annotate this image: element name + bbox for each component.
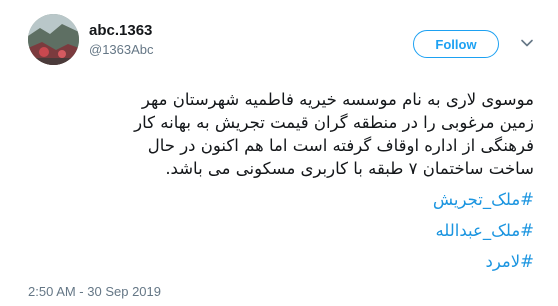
tweet-text-line: زمین مرغوبی را در منطقه گران قیمت تجریش … [134, 113, 534, 132]
hashtag-link[interactable]: #لامرد [433, 246, 534, 277]
timestamp[interactable]: 2:50 AM - 30 Sep 2019 [28, 284, 161, 299]
avatar-image [28, 14, 79, 65]
tweet-text-line: ساخت ساختمان ۷ طبقه با کاربری مسکونی می … [165, 159, 534, 178]
hashtag-link[interactable]: #ملک_عبدالله [433, 215, 534, 246]
tweet-card: abc.1363 @1363Abc Follow موسوی لاری به ن… [0, 0, 558, 306]
tweet-text-line: موسوی لاری به نام موسسه خیریه فاطمیه شهر… [141, 90, 534, 109]
avatar[interactable] [28, 14, 79, 65]
display-name[interactable]: abc.1363 [89, 22, 154, 40]
hashtag-link[interactable]: #ملک_تجریش [433, 184, 534, 215]
follow-button[interactable]: Follow [413, 30, 499, 58]
hashtag-list: #ملک_تجریش #ملک_عبدالله #لامرد [433, 184, 534, 277]
author-info[interactable]: abc.1363 @1363Abc [89, 22, 154, 59]
chevron-down-icon[interactable] [520, 36, 534, 50]
username[interactable]: @1363Abc [89, 41, 154, 59]
tweet-text-line: فرهنگی از اداره اوقاف گرفته است اما هم ا… [147, 136, 534, 155]
tweet-body: موسوی لاری به نام موسسه خیریه فاطمیه شهر… [64, 88, 534, 180]
